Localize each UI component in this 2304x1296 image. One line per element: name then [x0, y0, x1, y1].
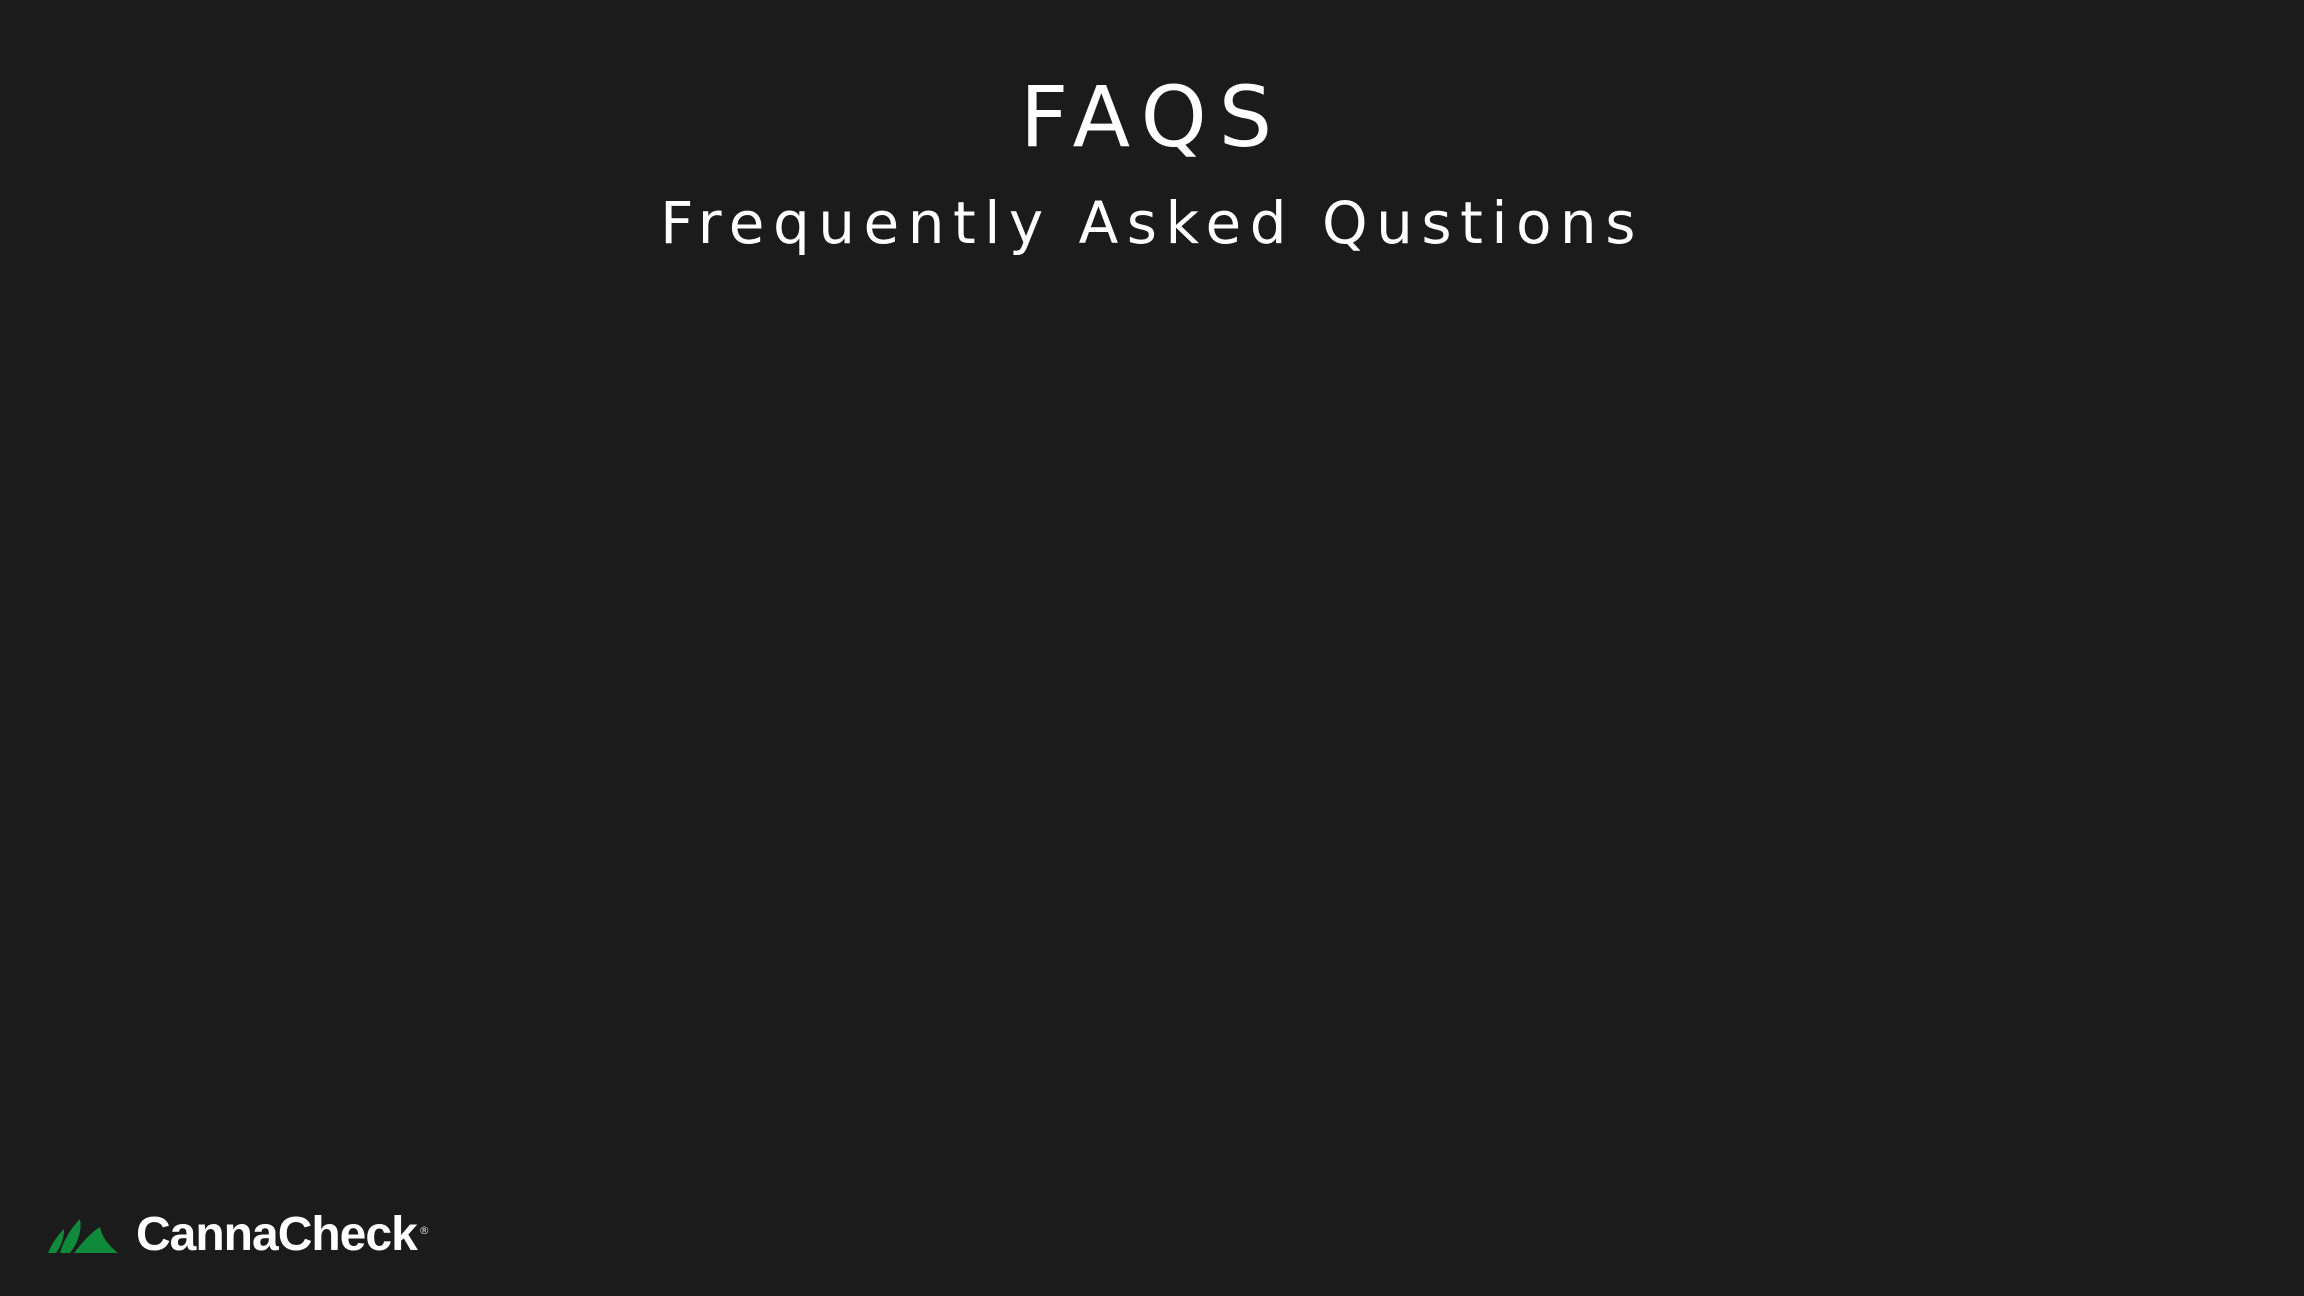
cannacheck-leaf-icon: [48, 1219, 118, 1253]
brand-name-text: CannaCheck: [136, 1208, 418, 1261]
brand-name: CannaCheck ®: [136, 1205, 430, 1265]
registered-mark: ®: [418, 1224, 430, 1237]
faq-content-area: [0, 300, 2304, 1180]
page-subtitle: Frequently Asked Qustions: [660, 189, 1644, 257]
page-title: FAQS: [1019, 68, 1285, 166]
brand-logo: CannaCheck ®: [46, 1200, 430, 1270]
